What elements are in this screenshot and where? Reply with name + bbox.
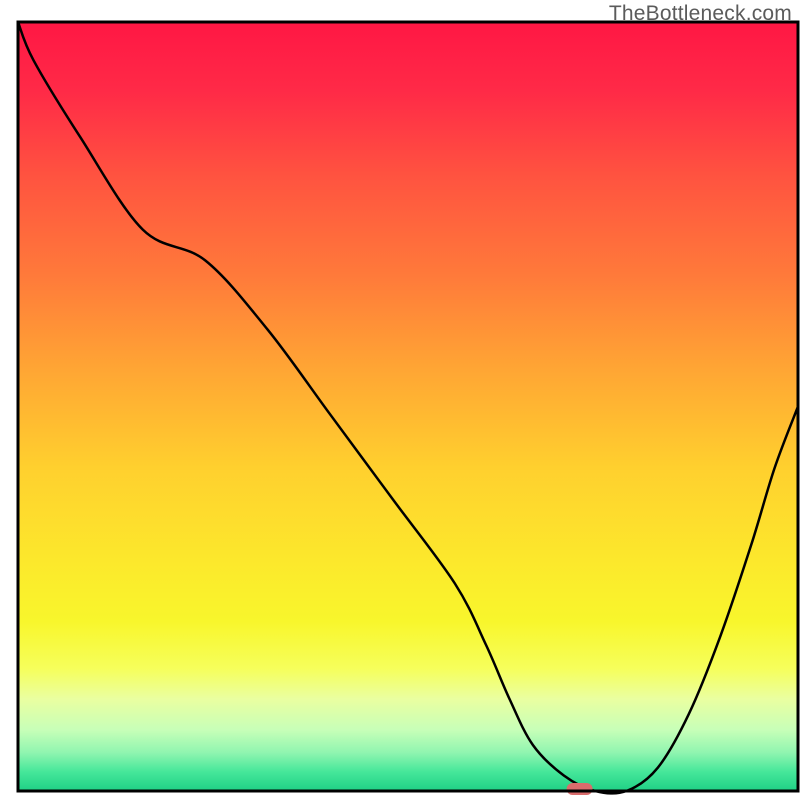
gradient-background — [18, 22, 798, 791]
chart-container: TheBottleneck.com — [0, 0, 800, 800]
optimal-marker — [567, 783, 593, 795]
bottleneck-chart — [0, 0, 800, 800]
watermark-text: TheBottleneck.com — [609, 2, 792, 26]
